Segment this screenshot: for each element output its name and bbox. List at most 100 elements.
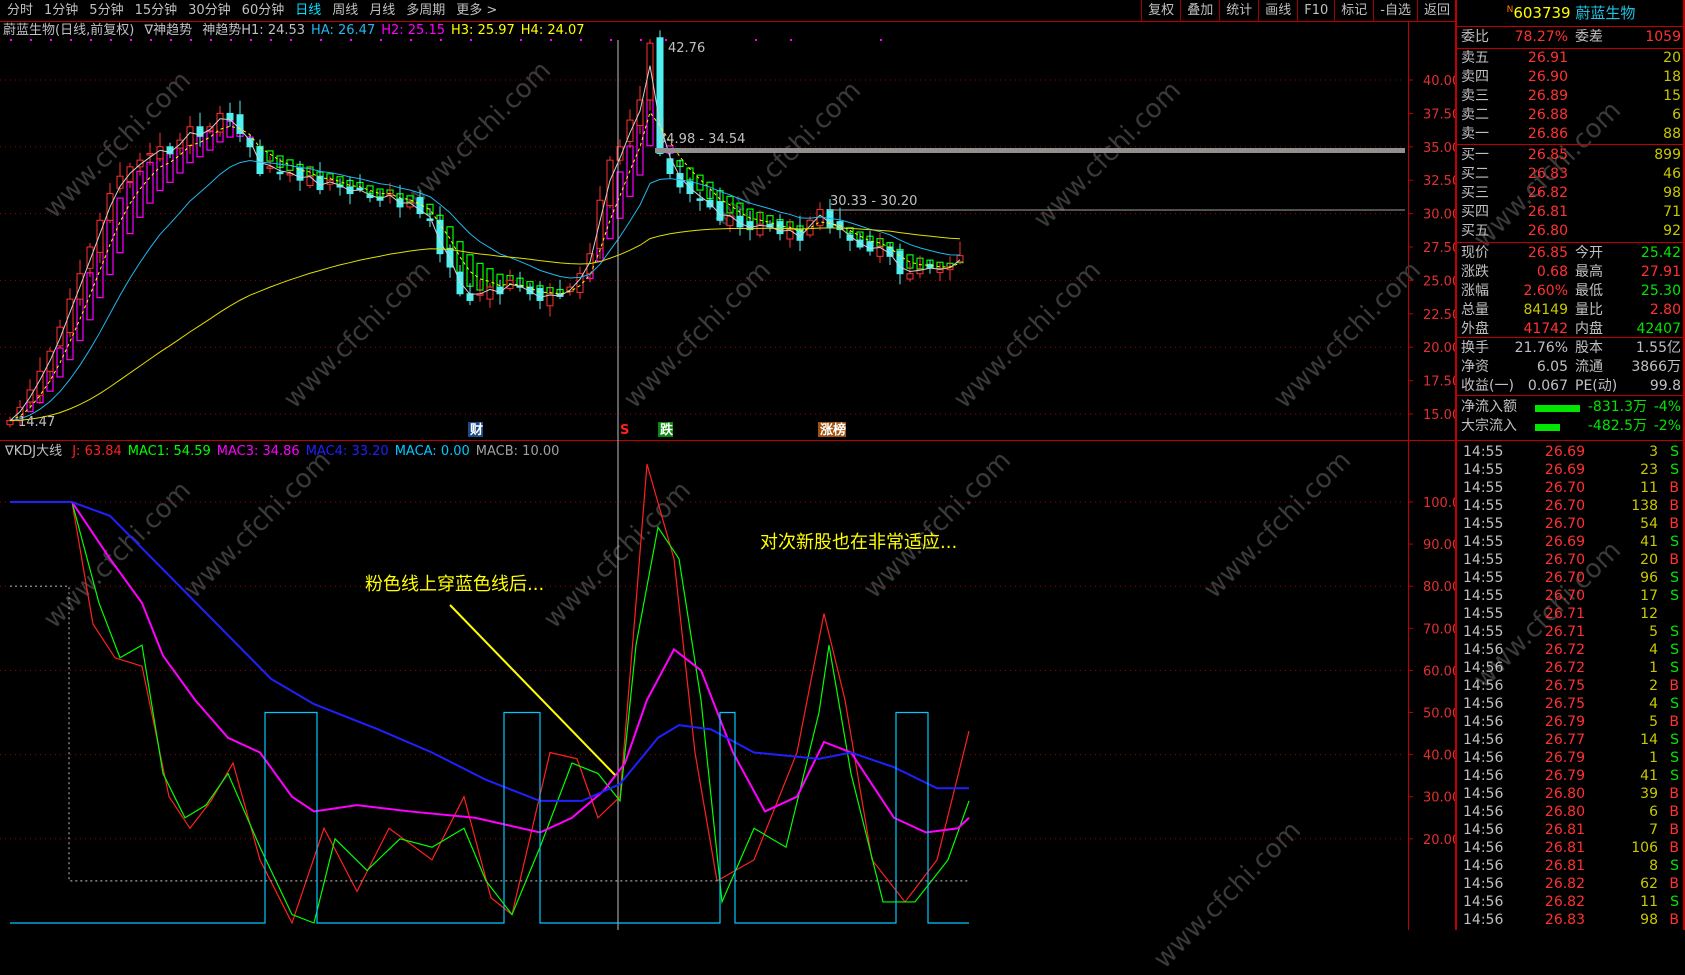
bid-row: 买二 26.83 46	[1457, 165, 1685, 184]
high-price-label: 42.76	[668, 41, 705, 56]
qty: 92	[1663, 223, 1681, 239]
event-marker: 财	[470, 422, 483, 438]
ma-line-white	[9, 65, 961, 422]
candle-body	[866, 241, 874, 252]
tick-time: 14:55	[1463, 516, 1504, 532]
y-tick-label: 25.00	[1423, 274, 1455, 289]
annotation-text: 粉色线上穿蓝色线后...	[365, 574, 544, 595]
quote-stat-row: 现价 26.85 今开 25.42	[1457, 244, 1685, 263]
tick-price: 26.82	[1544, 876, 1585, 892]
signal-dot	[580, 39, 582, 41]
qty: 6	[1672, 107, 1681, 123]
tick-side: S	[1670, 588, 1679, 604]
range-label: 30.33 - 30.20	[830, 194, 917, 209]
tick-time: 14:56	[1463, 642, 1504, 658]
tick-row: 14:55 26.71 12	[1457, 605, 1685, 624]
tick-side: S	[1670, 768, 1679, 784]
signal-dot	[550, 39, 552, 41]
value: -831.3万	[1587, 399, 1647, 415]
y-tick-label: 20.00	[1423, 341, 1455, 356]
y-tick-label: 30.00	[1423, 208, 1455, 223]
bid-row: 买一 26.85 899	[1457, 146, 1685, 165]
signal-dot	[520, 39, 522, 41]
range-label: 34.98 - 34.54	[658, 132, 745, 147]
qty: 71	[1663, 204, 1681, 220]
value: 78.27%	[1514, 29, 1568, 45]
tick-time: 14:56	[1463, 768, 1504, 784]
label: 委比	[1461, 29, 1489, 45]
tick-time: 14:56	[1463, 678, 1504, 694]
tick-volume: 4	[1649, 642, 1658, 658]
tick-side: B	[1669, 516, 1679, 532]
label: PE(动)	[1575, 378, 1618, 394]
tick-price: 26.70	[1544, 570, 1585, 586]
label: 涨跌	[1461, 264, 1489, 280]
tick-row: 14:56 26.83 98 B	[1457, 911, 1685, 930]
bid-row: 买三 26.82 98	[1457, 184, 1685, 203]
fund-flow-bar	[1535, 405, 1580, 412]
y-tick-label: 22.50	[1423, 308, 1455, 323]
y-tick-label: 37.50	[1423, 107, 1455, 122]
tick-volume: 62	[1640, 876, 1658, 892]
y-tick-label: 100.0	[1423, 496, 1455, 511]
tick-row: 14:56 26.82 11 S	[1457, 893, 1685, 912]
candle-body	[256, 146, 264, 175]
tick-price: 26.71	[1544, 606, 1585, 622]
tick-price: 26.82	[1544, 894, 1585, 910]
divider	[1457, 242, 1685, 243]
ask-row: 卖五 26.91 20	[1457, 49, 1685, 68]
tick-time: 14:56	[1463, 786, 1504, 802]
price: 26.86	[1527, 126, 1568, 142]
tick-volume: 4	[1649, 696, 1658, 712]
quote-stat-row: 外盘 41742 内盘 42407	[1457, 320, 1685, 339]
tick-volume: 5	[1649, 714, 1658, 730]
y-tick-label: 35.00	[1423, 141, 1455, 156]
tick-row: 14:56 26.79 5 B	[1457, 713, 1685, 732]
tick-side: S	[1670, 534, 1679, 550]
value: 0.68	[1536, 264, 1568, 280]
signal-dot	[250, 39, 252, 41]
price: 26.90	[1527, 69, 1568, 85]
tick-row: 14:55 26.69 3 S	[1457, 443, 1685, 462]
tick-price: 26.71	[1544, 624, 1585, 640]
label: 净资	[1461, 359, 1489, 375]
tick-time: 14:56	[1463, 894, 1504, 910]
tick-volume: 1	[1649, 750, 1658, 766]
qty: 899	[1654, 147, 1681, 163]
candle-body	[66, 298, 74, 334]
y-tick-label: 27.50	[1423, 241, 1455, 256]
chart-canvas[interactable]: 40.00 37.50 35.00 32.50 30.00 27.50 25.00 22.50…	[0, 0, 1455, 930]
tick-side: S	[1670, 642, 1679, 658]
candle-body	[186, 126, 194, 146]
signal-dot	[290, 39, 292, 41]
signal-dot	[90, 39, 92, 41]
tick-volume: 12	[1640, 606, 1658, 622]
label: 委差	[1575, 29, 1603, 45]
percent: -4%	[1653, 399, 1681, 415]
tick-side: S	[1670, 732, 1679, 748]
value: 1.55亿	[1635, 340, 1681, 356]
divider	[1457, 144, 1685, 145]
tick-row: 14:56 26.72 1 S	[1457, 659, 1685, 678]
tick-row: 14:56 26.82 62 B	[1457, 875, 1685, 894]
signal-dot	[10, 39, 12, 41]
label: 现价	[1461, 245, 1489, 261]
candle-body	[606, 159, 614, 207]
quote-stat-row: 涨幅 2.60% 最低 25.30	[1457, 282, 1685, 301]
y-tick-label: 30.00	[1423, 791, 1455, 806]
ask-row: 卖一 26.86 88	[1457, 125, 1685, 144]
tick-side: S	[1670, 660, 1679, 676]
candle-body	[636, 99, 644, 126]
tick-volume: 1	[1649, 660, 1658, 676]
tick-price: 26.77	[1544, 732, 1585, 748]
tick-volume: 20	[1640, 552, 1658, 568]
tick-volume: 41	[1640, 768, 1658, 784]
label: 买五	[1461, 223, 1489, 239]
signal-dot	[150, 39, 152, 41]
candle-body	[276, 171, 284, 175]
signal-dot	[230, 39, 232, 41]
fund-flow-bar	[1535, 424, 1560, 431]
tick-time: 14:56	[1463, 732, 1504, 748]
candle-body	[776, 221, 784, 235]
candle-body	[906, 273, 914, 280]
